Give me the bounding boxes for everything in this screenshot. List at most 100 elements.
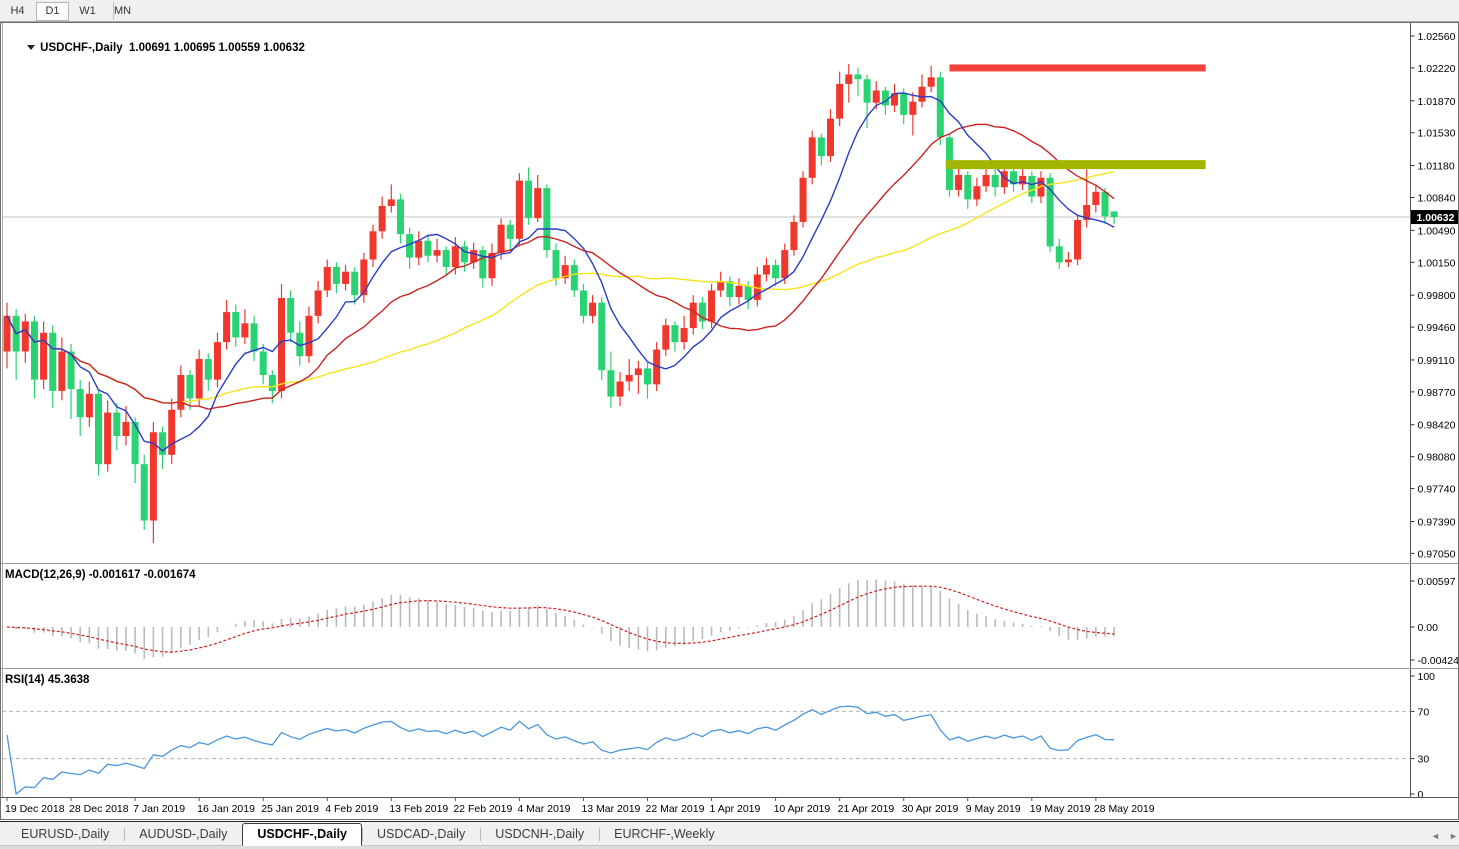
bear-candle-body <box>1102 192 1109 216</box>
bear-candle-body <box>351 272 358 295</box>
bull-candle-body <box>635 368 642 375</box>
bear-candle-body <box>251 323 258 351</box>
date-axis-label: 7 Jan 2019 <box>133 803 185 815</box>
chart-title: USDCHF-,Daily 1.00691 1.00695 1.00559 1.… <box>8 30 305 66</box>
bear-candle-body <box>644 368 651 384</box>
bear-candle-body <box>580 290 587 315</box>
bull-candle-body <box>196 359 203 398</box>
bull-candle-body <box>434 250 441 256</box>
price-axis-label: 1.02220 <box>1418 63 1456 75</box>
chart-symbol-label: USDCHF-,Daily <box>40 42 122 54</box>
price-axis-label: 0.99460 <box>1418 322 1456 334</box>
bull-candle-body <box>626 375 633 382</box>
tf-button-h4[interactable]: H4 <box>1 2 34 21</box>
bear-candle-body <box>818 137 825 156</box>
price-axis-label: 0.97390 <box>1418 516 1456 528</box>
bull-candle-body <box>973 186 980 199</box>
bull-candle-body <box>360 259 367 295</box>
bull-candle-body <box>214 342 221 380</box>
bear-candle-body <box>553 250 560 278</box>
bear-candle-body <box>443 250 450 267</box>
bear-candle-body <box>1111 211 1118 217</box>
bull-candle-body <box>305 316 312 356</box>
panel-backgrounds <box>2 23 1458 819</box>
date-axis-label: 22 Feb 2019 <box>453 803 512 815</box>
bull-candle-body <box>1092 192 1099 205</box>
bear-candle-body <box>854 74 861 79</box>
bull-candle-body <box>241 323 248 337</box>
price-axis-label: 1.02560 <box>1418 31 1456 43</box>
bull-candle-body <box>736 286 743 297</box>
date-axis-label: 28 Dec 2018 <box>69 803 129 815</box>
bear-candle-body <box>598 303 605 371</box>
rsi-axis-label: 0 <box>1418 789 1424 801</box>
tab-usdcnh-daily[interactable]: USDCNH-,Daily <box>480 823 599 846</box>
tab-eurusd-daily[interactable]: EURUSD-,Daily <box>6 823 124 846</box>
macd-axis-label: -0.00424 <box>1418 655 1459 667</box>
bull-candle-body <box>342 272 349 284</box>
bull-candle-body <box>955 175 962 190</box>
bull-candle-body <box>928 77 935 86</box>
tab-scroll-right-icon[interactable]: ► <box>1449 831 1458 841</box>
macd-indicator-label: MACD(12,26,9) -0.001617 -0.001674 <box>5 569 196 581</box>
bull-candle-body <box>223 312 230 342</box>
bull-candle-body <box>717 281 724 290</box>
tf-button-w1[interactable]: W1 <box>71 2 104 21</box>
bear-candle-body <box>287 298 294 333</box>
timeframe-toolbar: H4D1W1MN <box>0 0 1459 22</box>
bear-candle-body <box>571 265 578 290</box>
bull-candle-body <box>86 394 93 417</box>
bear-candle-body <box>49 333 56 391</box>
bear-candle-body <box>864 79 871 102</box>
bull-candle-body <box>809 137 816 177</box>
price-axis-label: 0.98770 <box>1418 387 1456 399</box>
chart-menu-triangle-icon[interactable] <box>27 45 35 50</box>
tab-eurchf-weekly[interactable]: EURCHF-,Weekly <box>599 823 729 846</box>
bear-candle-body <box>397 199 404 234</box>
bull-candle-body <box>324 267 331 290</box>
bull-candle-body <box>168 410 175 455</box>
tf-button-d1[interactable]: D1 <box>36 2 69 21</box>
bear-candle-body <box>141 464 148 520</box>
resistance-band[interactable] <box>949 64 1205 71</box>
bear-candle-body <box>113 413 120 436</box>
chart-ohlc-quote: 1.00691 1.00695 1.00559 1.00632 <box>129 42 305 54</box>
price-axis-label: 0.98420 <box>1418 420 1456 432</box>
bear-candle-body <box>260 352 267 375</box>
bull-candle-body <box>662 325 669 349</box>
terminal-window: H4D1W1MN 1.025601.022201.018701.015301.0… <box>0 0 1459 849</box>
bear-candle-body <box>424 241 431 256</box>
bear-candle-body <box>31 321 38 379</box>
bear-candle-body <box>900 93 907 115</box>
price-axis-label: 0.98080 <box>1418 452 1456 464</box>
bull-candle-body <box>617 382 624 397</box>
chart-window: 1.025601.022201.018701.015301.011801.008… <box>0 22 1459 821</box>
bull-candle-body <box>690 303 697 328</box>
bull-candle-body <box>534 188 541 218</box>
rsi-axis-label: 70 <box>1418 706 1430 718</box>
tf-button-mn[interactable]: MN <box>106 2 139 21</box>
bear-candle-body <box>937 77 944 137</box>
price-axis-label: 0.99800 <box>1418 290 1456 302</box>
tab-audusd-daily[interactable]: AUDUSD-,Daily <box>124 823 242 846</box>
date-axis-label: 4 Feb 2019 <box>325 803 378 815</box>
price-axis-label: 1.00150 <box>1418 257 1456 269</box>
bear-candle-body <box>607 370 614 396</box>
bull-candle-body <box>22 321 29 351</box>
tab-scroll-left-icon[interactable]: ◄ <box>1431 831 1440 841</box>
bear-candle-body <box>479 250 486 278</box>
chart-plot-area[interactable]: 1.025601.022201.018701.015301.011801.008… <box>0 22 1459 821</box>
chart-tab-bar: EURUSD-,DailyAUDUSD-,DailyUSDCHF-,DailyU… <box>0 821 1459 849</box>
svg-text:1.00632: 1.00632 <box>1417 212 1455 224</box>
tab-usdchf-daily[interactable]: USDCHF-,Daily <box>242 823 362 846</box>
bull-candle-body <box>983 175 990 186</box>
support-band[interactable] <box>946 160 1206 169</box>
tab-usdcad-daily[interactable]: USDCAD-,Daily <box>362 823 480 846</box>
price-axis-label: 0.97740 <box>1418 484 1456 496</box>
bull-candle-body <box>1065 259 1072 262</box>
macd-axis-label: 0.00 <box>1418 622 1439 634</box>
date-axis-label: 13 Feb 2019 <box>389 803 448 815</box>
chart-tabs: EURUSD-,DailyAUDUSD-,DailyUSDCHF-,DailyU… <box>6 823 730 846</box>
date-axis-label: 22 Mar 2019 <box>646 803 705 815</box>
bull-candle-body <box>790 222 797 250</box>
